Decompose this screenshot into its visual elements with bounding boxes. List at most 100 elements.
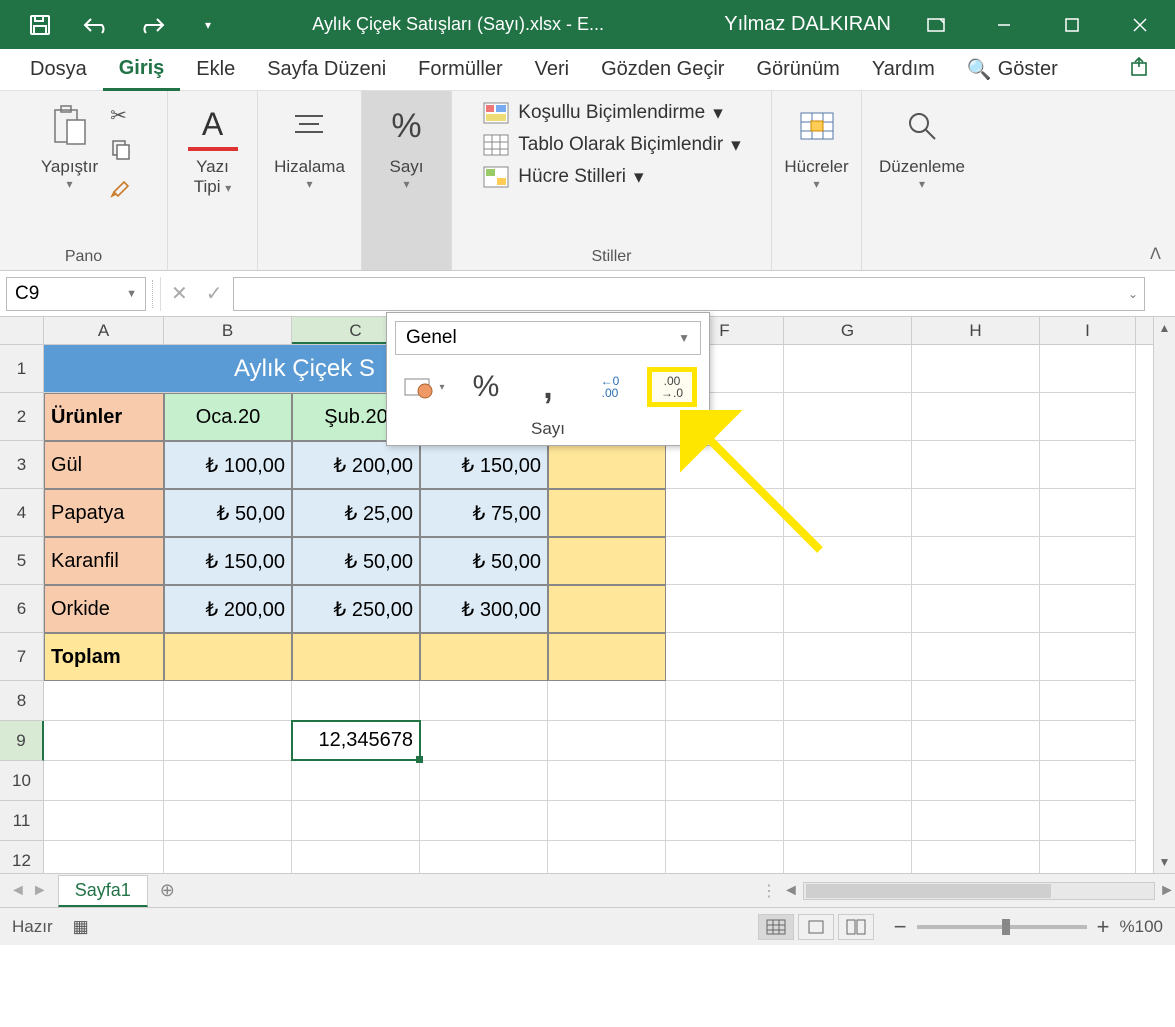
cell[interactable] [666, 721, 784, 761]
paste-button[interactable]: Yapıştır ▾ [35, 97, 104, 195]
add-sheet-button[interactable]: ⊕ [148, 880, 187, 901]
format-as-table-button[interactable]: Tablo Olarak Biçimlendir ▾ [482, 133, 740, 157]
cell[interactable] [784, 585, 912, 633]
cell-value[interactable]: ₺ 50,00 [420, 537, 548, 585]
cell[interactable] [784, 633, 912, 681]
cell[interactable] [1040, 841, 1136, 873]
row-header-2[interactable]: 2 [0, 393, 44, 441]
cell-c9[interactable]: 12,345678 [292, 721, 420, 761]
tab-insert[interactable]: Ekle [180, 50, 251, 89]
cell[interactable] [420, 801, 548, 841]
tab-data[interactable]: Veri [519, 50, 585, 89]
cell[interactable] [912, 801, 1040, 841]
cell[interactable] [292, 841, 420, 873]
view-page-break-button[interactable] [838, 914, 874, 940]
cell[interactable] [292, 801, 420, 841]
enter-icon[interactable]: ✓ [206, 281, 223, 306]
cell[interactable] [164, 761, 292, 801]
decrease-decimal-button[interactable]: .00→.0 [647, 367, 697, 407]
cell[interactable] [912, 841, 1040, 873]
cell[interactable] [666, 801, 784, 841]
row-header-8[interactable]: 8 [0, 681, 44, 721]
cell-value[interactable]: ₺ 200,00 [292, 441, 420, 489]
row-header-7[interactable]: 7 [0, 633, 44, 681]
cell[interactable] [912, 721, 1040, 761]
cell[interactable] [1040, 393, 1136, 441]
row-header-11[interactable]: 11 [0, 801, 44, 841]
expand-formula-bar-icon[interactable]: ⌄ [1128, 287, 1138, 301]
number-button[interactable]: % Sayı ▾ [376, 97, 438, 195]
cell[interactable] [912, 633, 1040, 681]
format-painter-icon[interactable] [110, 176, 132, 204]
cell-product[interactable]: Papatya [44, 489, 164, 537]
cell[interactable] [784, 801, 912, 841]
redo-icon[interactable] [138, 11, 166, 39]
cell-value[interactable]: ₺ 250,00 [292, 585, 420, 633]
zoom-level[interactable]: %100 [1120, 917, 1163, 937]
cell[interactable] [164, 721, 292, 761]
cell-product[interactable]: Orkide [44, 585, 164, 633]
cell-value[interactable]: ₺ 75,00 [420, 489, 548, 537]
zoom-slider[interactable] [917, 925, 1087, 929]
percent-format-button[interactable]: % [461, 367, 511, 407]
cell[interactable] [784, 721, 912, 761]
tab-page-layout[interactable]: Sayfa Düzeni [251, 50, 402, 89]
cell-value[interactable]: ₺ 300,00 [420, 585, 548, 633]
cell-value[interactable]: ₺ 25,00 [292, 489, 420, 537]
sheet-prev-icon[interactable]: ◄ [10, 882, 26, 900]
cell-value[interactable]: ₺ 150,00 [164, 537, 292, 585]
cell[interactable] [44, 801, 164, 841]
view-page-layout-button[interactable] [798, 914, 834, 940]
cancel-icon[interactable]: ✕ [171, 281, 188, 306]
cell-total[interactable] [548, 489, 666, 537]
cell-value[interactable]: ₺ 100,00 [164, 441, 292, 489]
cell-value[interactable]: ₺ 200,00 [164, 585, 292, 633]
cell[interactable] [420, 761, 548, 801]
cell[interactable] [548, 681, 666, 721]
cell[interactable] [548, 721, 666, 761]
row-header-5[interactable]: 5 [0, 537, 44, 585]
cells-button[interactable]: Hücreler ▾ [778, 97, 854, 195]
horizontal-scrollbar[interactable] [803, 882, 1155, 900]
select-all-corner[interactable] [0, 317, 44, 344]
cell-total-label[interactable]: Toplam [44, 633, 164, 681]
font-button[interactable]: A Yazı Tipi ▾ [182, 97, 244, 201]
row-header-12[interactable]: 12 [0, 841, 44, 873]
increase-decimal-button[interactable]: ←0.00 [585, 367, 635, 407]
zoom-out-button[interactable]: − [894, 914, 907, 940]
cell[interactable] [1040, 801, 1136, 841]
cell[interactable] [666, 585, 784, 633]
cell-value[interactable]: ₺ 150,00 [420, 441, 548, 489]
tab-help[interactable]: Yardım [856, 50, 951, 89]
cell[interactable] [1040, 761, 1136, 801]
cell[interactable] [548, 761, 666, 801]
cell[interactable] [292, 761, 420, 801]
cell[interactable] [666, 633, 784, 681]
cell[interactable] [912, 537, 1040, 585]
view-normal-button[interactable] [758, 914, 794, 940]
row-header-3[interactable]: 3 [0, 441, 44, 489]
cell-header-month[interactable]: Oca.20 [164, 393, 292, 441]
cell-styles-button[interactable]: Hücre Stilleri ▾ [482, 165, 740, 189]
scroll-left-icon[interactable]: ◄ [783, 882, 799, 900]
cell[interactable] [44, 841, 164, 873]
accounting-format-button[interactable]: ▾ [399, 367, 449, 407]
cell-total[interactable] [420, 633, 548, 681]
cell[interactable] [912, 345, 1040, 393]
cell[interactable] [164, 681, 292, 721]
cell[interactable] [548, 841, 666, 873]
cell[interactable] [44, 761, 164, 801]
maximize-button[interactable] [1057, 10, 1087, 40]
sheet-tab[interactable]: Sayfa1 [58, 875, 148, 907]
cell[interactable] [666, 761, 784, 801]
comma-format-button[interactable]: , [523, 367, 573, 407]
cell[interactable] [164, 841, 292, 873]
qat-customize-icon[interactable]: ▾ [194, 11, 222, 39]
cell[interactable] [1040, 345, 1136, 393]
cell[interactable] [912, 681, 1040, 721]
undo-icon[interactable] [82, 11, 110, 39]
scroll-up-icon[interactable]: ▲ [1154, 317, 1175, 339]
copy-icon[interactable] [110, 138, 132, 166]
user-name[interactable]: Yılmaz DALKIRAN [694, 13, 921, 36]
cell[interactable] [420, 841, 548, 873]
